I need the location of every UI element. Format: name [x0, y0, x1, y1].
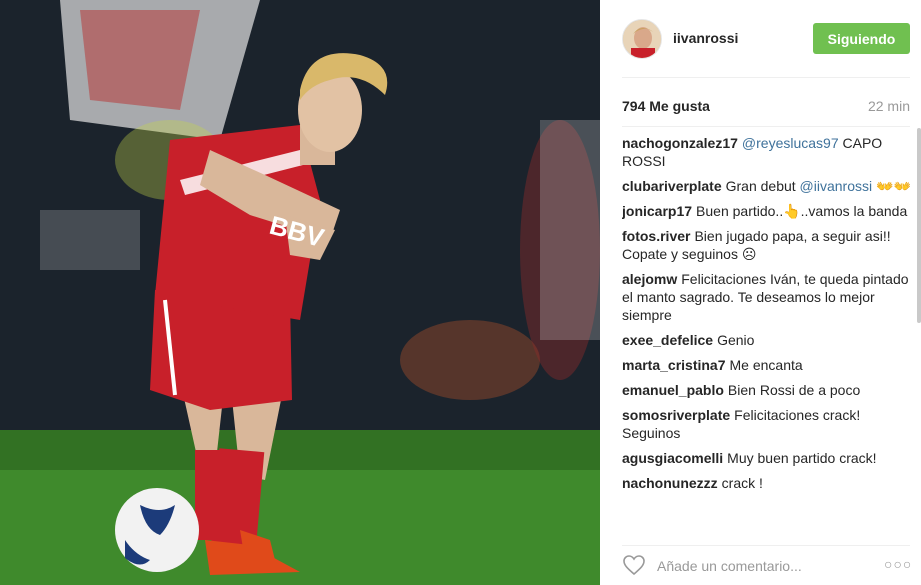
comment-username[interactable]: emanuel_pablo	[622, 382, 724, 398]
post-photo[interactable]: BBV	[0, 0, 600, 585]
comment-username[interactable]: somosriverplate	[622, 407, 730, 423]
comment-username[interactable]: jonicarp17	[622, 203, 692, 219]
comment-username[interactable]: agusgiacomelli	[622, 450, 723, 466]
comment-item: marta_cristina7 Me encanta	[622, 356, 912, 374]
comment-item: nachonunezzz crack !	[622, 474, 912, 492]
comment-item: emanuel_pablo Bien Rossi de a poco	[622, 381, 912, 399]
comment-username[interactable]: clubariverplate	[622, 178, 722, 194]
avatar[interactable]	[622, 19, 662, 59]
header-divider	[622, 77, 910, 78]
following-button[interactable]: Siguiendo	[813, 23, 910, 54]
likes-count[interactable]: 794 Me gusta	[622, 98, 710, 114]
comment-item: exee_defelice Genio	[622, 331, 912, 349]
username-link[interactable]: iivanrossi	[673, 30, 738, 46]
comment-text: Buen partido..👆..vamos la banda	[696, 203, 908, 219]
comment-text: Genio	[717, 332, 755, 348]
comment-username[interactable]: marta_cristina7	[622, 357, 726, 373]
comments-scrollbar[interactable]	[917, 128, 921, 323]
likes-divider	[622, 126, 910, 127]
comment-text: Gran debut	[725, 178, 800, 194]
comment-item: clubariverplate Gran debut @iivanrossi 👐👐	[622, 177, 912, 195]
comments-list: nachogonzalez17 @reyeslucas97 CAPO ROSSI …	[622, 134, 912, 532]
comment-item: agusgiacomelli Muy buen partido crack!	[622, 449, 912, 467]
comment-username[interactable]: alejomw	[622, 271, 677, 287]
heart-icon[interactable]	[622, 554, 646, 576]
comment-input[interactable]	[657, 556, 877, 576]
comment-text: Me encanta	[729, 357, 803, 373]
comment-item: alejomw Felicitaciones Iván, te queda pin…	[622, 270, 912, 324]
avatar-image	[623, 20, 661, 58]
more-options-icon[interactable]: ○○○	[884, 556, 912, 572]
comment-username[interactable]: exee_defelice	[622, 332, 713, 348]
comment-mention[interactable]: @iivanrossi	[800, 178, 873, 194]
comment-username[interactable]: nachogonzalez17	[622, 135, 738, 151]
post-footer: ○○○	[600, 546, 921, 585]
likes-row: 794 Me gusta 22 min	[622, 98, 910, 116]
comment-username[interactable]: nachonunezzz	[622, 475, 718, 491]
comment-item: somosriverplate Felicitaciones crack! Seg…	[622, 406, 912, 442]
comment-item: jonicarp17 Buen partido..👆..vamos la band…	[622, 202, 912, 220]
comment-mention[interactable]: @reyeslucas97	[742, 135, 839, 151]
comment-item: fotos.river Bien jugado papa, a seguir as…	[622, 227, 912, 263]
comment-text: crack !	[721, 475, 763, 491]
comment-text-tail: 👐👐	[872, 178, 911, 194]
comment-item: nachogonzalez17 @reyeslucas97 CAPO ROSSI	[622, 134, 912, 170]
comment-text: Bien Rossi de a poco	[727, 382, 861, 398]
post-time[interactable]: 22 min	[868, 98, 910, 114]
post-header: iivanrossi Siguiendo	[600, 0, 921, 78]
post-details-panel: iivanrossi Siguiendo 794 Me gusta 22 min…	[600, 0, 921, 585]
football-player-image: BBV	[0, 0, 600, 585]
comment-text: Muy buen partido crack!	[727, 450, 877, 466]
comment-username[interactable]: fotos.river	[622, 228, 690, 244]
